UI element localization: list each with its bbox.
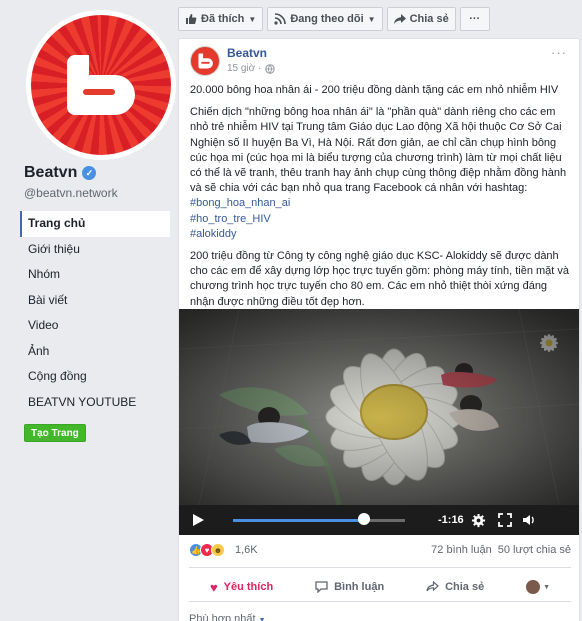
page-action-bar: Đã thích ▼ Đang theo dõi ▼ Chia sẻ ···: [178, 7, 490, 33]
share-count[interactable]: 50 lượt chia sẻ: [498, 544, 571, 556]
nav-item-about[interactable]: Giới thiệu: [20, 237, 170, 263]
hashtag-link[interactable]: #ho_tro_tre_HIV: [190, 212, 574, 227]
nav-item-youtube[interactable]: BEATVN YOUTUBE: [20, 390, 170, 416]
fullscreen-icon[interactable]: [498, 513, 512, 527]
liked-button[interactable]: Đã thích ▼: [178, 7, 264, 31]
nav-item-videos[interactable]: Video: [20, 313, 170, 339]
reaction-icons[interactable]: 👍 ♥ ☻: [189, 543, 225, 557]
play-icon[interactable]: [191, 513, 205, 527]
chevron-down-icon: ▼: [367, 14, 376, 24]
nav-item-photos[interactable]: Ảnh: [20, 339, 170, 365]
post-author-avatar[interactable]: [190, 46, 220, 76]
page-name-text: Beatvn: [24, 164, 78, 181]
page-name: Beatvn ✓: [24, 164, 97, 182]
nav-item-groups[interactable]: Nhóm: [20, 262, 170, 288]
verified-badge-icon: ✓: [82, 166, 97, 180]
post-paragraph-2: 200 triệu đồng từ Công ty công nghệ giáo…: [190, 250, 570, 308]
page-handle: @beatvn.network: [24, 186, 118, 200]
beatvn-logo-icon: [67, 55, 135, 115]
heart-icon: ♥: [209, 579, 218, 595]
video-controls: -1:16: [179, 505, 579, 535]
comment-label: Bình luận: [334, 581, 385, 593]
beatvn-logo-icon: [198, 53, 213, 69]
post-paragraph-1: Chiến dịch "những bông hoa nhân ái" là "…: [190, 105, 574, 242]
hashtag-link[interactable]: #bong_hoa_nhan_ai: [190, 196, 574, 211]
rss-icon: [274, 13, 287, 25]
post-card: Beatvn 15 giờ · ··· 20.000 bông hoa nhân…: [178, 38, 580, 621]
post-author-name[interactable]: Beatvn: [227, 46, 267, 60]
post-paragraph-1-text: Chiến dịch "những bông hoa nhân ái" là "…: [190, 106, 567, 195]
thumbs-up-icon: [186, 14, 197, 24]
divider: [189, 601, 571, 602]
create-page-button[interactable]: Tạo Trang: [24, 424, 86, 442]
share-arrow-icon: [393, 14, 406, 24]
divider: [189, 567, 571, 568]
post-timestamp: 15 giờ ·: [227, 63, 276, 74]
video-progress-track[interactable]: [233, 519, 405, 522]
video-remaining-time: -1:16: [438, 514, 464, 526]
hashtag-link[interactable]: #alokiddy: [190, 227, 574, 242]
more-options-button[interactable]: ···: [459, 7, 490, 31]
post-body: 20.000 bông hoa nhân ái - 200 triệu đồng…: [190, 83, 574, 317]
engagement-counts: 72 bình luận 50 lượt chia sẻ: [431, 544, 571, 556]
share-page-button[interactable]: Chia sẻ: [386, 7, 456, 31]
volume-icon[interactable]: [522, 513, 536, 527]
page-sidebar: Beatvn ✓ @beatvn.network Trang chủ Giới …: [0, 0, 178, 621]
chalk-daisy-scene-image: [179, 309, 579, 506]
love-button[interactable]: ♥ Yêu thích: [210, 580, 273, 595]
page-avatar-image: [31, 15, 171, 155]
comment-sort-selector[interactable]: Phù hợp nhất ▼: [189, 613, 266, 621]
comment-button[interactable]: Bình luận: [315, 581, 384, 593]
nav-item-community[interactable]: Cộng đồng: [20, 364, 170, 390]
comment-count[interactable]: 72 bình luận: [431, 544, 492, 556]
video-progress-fill: [233, 519, 364, 522]
page-nav: Trang chủ Giới thiệu Nhóm Bài viết Video…: [20, 211, 170, 415]
chevron-down-icon: ▼: [248, 14, 257, 24]
share-arrow-icon: [426, 581, 439, 592]
post-stats: 👍 ♥ ☻ 1,6K 72 bình luận 50 lượt chia sẻ: [189, 543, 571, 559]
nav-item-posts[interactable]: Bài viết: [20, 288, 170, 314]
video-frame[interactable]: [179, 309, 579, 506]
following-button[interactable]: Đang theo dõi ▼: [267, 7, 383, 31]
share-page-label: Chia sẻ: [409, 13, 449, 25]
post-headline: 20.000 bông hoa nhân ái - 200 triệu đồng…: [190, 84, 559, 96]
video-scrub-handle[interactable]: [357, 513, 370, 525]
haha-reaction-icon: ☻: [211, 543, 225, 557]
globe-icon: [265, 63, 276, 74]
reaction-count[interactable]: 1,6K: [235, 544, 258, 556]
comment-as-selector[interactable]: ▼: [526, 580, 550, 594]
love-label: Yêu thích: [223, 581, 274, 593]
post-options-button[interactable]: ···: [551, 45, 567, 60]
user-avatar: [526, 580, 541, 594]
share-label: Chia sẻ: [445, 581, 485, 593]
post-time-text[interactable]: 15 giờ ·: [227, 63, 261, 74]
nav-item-home[interactable]: Trang chủ: [20, 211, 170, 237]
more-dots-icon: ···: [469, 13, 481, 25]
settings-gear-icon[interactable]: [471, 513, 486, 528]
share-button[interactable]: Chia sẻ: [426, 581, 484, 593]
page-avatar[interactable]: [26, 10, 176, 160]
post-actions: ♥ Yêu thích Bình luận Chia sẻ ▼: [189, 573, 571, 601]
chevron-down-icon: ▼: [258, 617, 266, 621]
comment-bubble-icon: [315, 581, 328, 593]
sort-label: Phù hợp nhất: [189, 613, 256, 621]
following-label: Đang theo dõi: [290, 13, 364, 25]
video-player[interactable]: -1:16: [179, 309, 579, 535]
chevron-down-icon: ▼: [543, 583, 551, 591]
liked-label: Đã thích: [201, 13, 245, 25]
